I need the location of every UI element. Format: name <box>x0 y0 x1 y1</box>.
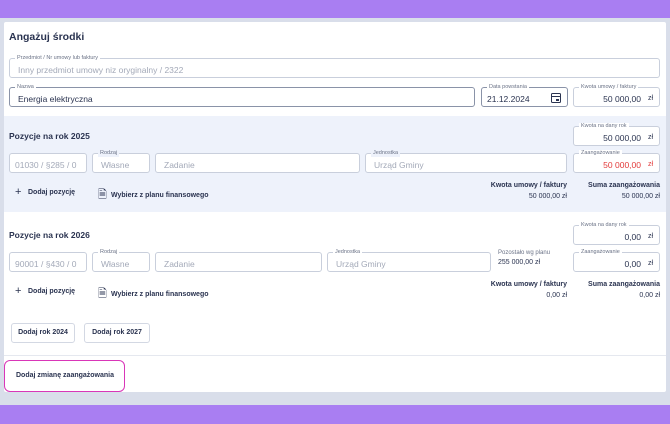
task-2025-field[interactable]: Zadanie <box>155 153 360 173</box>
page-title: Angażuj środki <box>9 31 85 43</box>
plus-icon: + <box>15 285 22 297</box>
amount-year-2025-field[interactable]: Kwota na dany rok 50 000,00 zł <box>573 123 660 146</box>
add-position-2026-label: Dodaj pozycję <box>28 288 76 295</box>
calendar-icon[interactable] <box>551 93 561 103</box>
remaining-2026-value: 255 000,00 zł <box>498 259 541 266</box>
plus-icon: + <box>15 186 22 198</box>
top-banner <box>0 0 670 18</box>
commitment-2026-value: 0,00 <box>624 259 641 269</box>
type-2025-field[interactable]: Rodzaj Własne <box>92 150 150 173</box>
commitment-2025-unit: zł <box>647 161 653 168</box>
add-position-2025-button[interactable]: + Dodaj pozycję <box>15 186 75 198</box>
date-value: 21.12.2024 <box>487 94 530 104</box>
commitment-sum-2026-value: 0,00 zł <box>639 292 660 299</box>
date-label: Data powstania <box>487 84 529 91</box>
add-year-2027-button[interactable]: Dodaj rok 2027 <box>84 323 150 343</box>
amount-year-2026-label: Kwota na dany rok <box>579 222 629 229</box>
amount-year-2026-unit: zł <box>647 233 653 240</box>
contract-amount-label: Kwota umowy / faktury <box>579 84 639 91</box>
name-value: Energia elektryczna <box>18 94 93 104</box>
contract-amount-field[interactable]: Kwota umowy / faktury 50 000,00 zł <box>573 84 660 107</box>
code-2025-value: 01030 / §285 / 0 <box>15 160 77 170</box>
code-2025-field[interactable]: 01030 / §285 / 0 <box>9 153 87 173</box>
code-2026-value: 90001 / §430 / 0 <box>15 259 77 269</box>
contract-amount-2026-value: 0,00 zł <box>546 292 567 299</box>
section-2025-title: Pozycje na rok 2025 <box>9 131 90 141</box>
unit-2026-field[interactable]: Jednostka Urząd Gminy <box>327 249 491 272</box>
contract-amount-2026-label: Kwota umowy / faktury <box>490 281 567 288</box>
choose-plan-2026-button[interactable]: 🗎 Wybierz z planu finansowego <box>98 285 209 304</box>
commitment-2025-field[interactable]: Zaangażowanie 50 000,00 zł <box>573 150 660 173</box>
type-2025-label: Rodzaj <box>98 150 120 157</box>
type-2025-value: Własne <box>101 160 130 170</box>
amount-year-2026-field[interactable]: Kwota na dany rok 0,00 zł <box>573 222 660 245</box>
amount-year-2025-value: 50 000,00 <box>603 133 641 143</box>
type-2026-field[interactable]: Rodzaj Własne <box>92 249 150 272</box>
unit-2026-label: Jednostka <box>333 249 363 256</box>
contract-amount-value: 50 000,00 <box>603 94 641 104</box>
choose-plan-2025-label: Wybierz z planu finansowego <box>111 192 209 199</box>
task-2026-value: Zadanie <box>164 259 195 269</box>
highlight-outline <box>4 360 125 392</box>
contract-amount-unit: zł <box>647 95 653 102</box>
commitment-sum-2026-label: Suma zaangażowania <box>588 281 660 288</box>
add-position-2025-label: Dodaj pozycję <box>28 189 76 196</box>
bottom-banner <box>0 405 670 424</box>
section-2026-title: Pozycje na rok 2026 <box>9 230 90 240</box>
add-position-2026-button[interactable]: + Dodaj pozycję <box>15 285 75 297</box>
unit-2025-field[interactable]: Jednostka Urząd Gminy <box>365 150 567 173</box>
divider <box>4 355 666 356</box>
unit-2025-value: Urząd Gminy <box>374 160 424 170</box>
commitment-2025-label: Zaangażowanie <box>579 150 622 157</box>
commitment-sum-2025-value: 50 000,00 zł <box>621 193 660 200</box>
choose-plan-2025-button[interactable]: 🗎 Wybierz z planu finansowego <box>98 186 209 205</box>
commitment-2026-field[interactable]: Zaangażowanie 0,00 zł <box>573 249 660 272</box>
add-year-2024-button[interactable]: Dodaj rok 2024 <box>11 323 75 343</box>
amount-year-2025-unit: zł <box>647 134 653 141</box>
commitment-2026-unit: zł <box>647 260 653 267</box>
subject-field[interactable]: Przedmiot / Nr umowy lub faktury Inny pr… <box>9 55 660 78</box>
subject-label: Przedmiot / Nr umowy lub faktury <box>15 55 100 62</box>
type-2026-value: Własne <box>101 259 130 269</box>
name-field[interactable]: Nazwa Energia elektryczna <box>9 84 475 107</box>
amount-year-2025-label: Kwota na dany rok <box>579 123 629 130</box>
task-2026-field[interactable]: Zadanie <box>155 252 322 272</box>
choose-plan-2026-label: Wybierz z planu finansowego <box>111 291 209 298</box>
task-2025-value: Zadanie <box>164 160 195 170</box>
type-2026-label: Rodzaj <box>98 249 120 256</box>
unit-2026-value: Urząd Gminy <box>336 259 386 269</box>
remaining-2026-label: Pozostało wg planu <box>498 250 551 256</box>
commitment-sum-2025-label: Suma zaangażowania <box>588 182 660 189</box>
name-label: Nazwa <box>15 84 36 91</box>
date-field[interactable]: Data powstania 21.12.2024 <box>481 84 568 107</box>
commitment-2026-label: Zaangażowanie <box>579 249 622 256</box>
contract-amount-2025-value: 50 000,00 zł <box>528 193 567 200</box>
document-icon: 🗎 <box>98 189 107 201</box>
subject-placeholder: Inny przedmiot umowy niz oryginalny / 23… <box>18 65 184 75</box>
amount-year-2026-value: 0,00 <box>624 232 641 242</box>
unit-2025-label: Jednostka <box>371 150 401 157</box>
commitment-2025-value: 50 000,00 <box>603 160 641 170</box>
contract-amount-2025-label: Kwota umowy / faktury <box>490 182 567 189</box>
code-2026-field[interactable]: 90001 / §430 / 0 <box>9 252 87 272</box>
document-icon: 🗎 <box>98 288 107 300</box>
